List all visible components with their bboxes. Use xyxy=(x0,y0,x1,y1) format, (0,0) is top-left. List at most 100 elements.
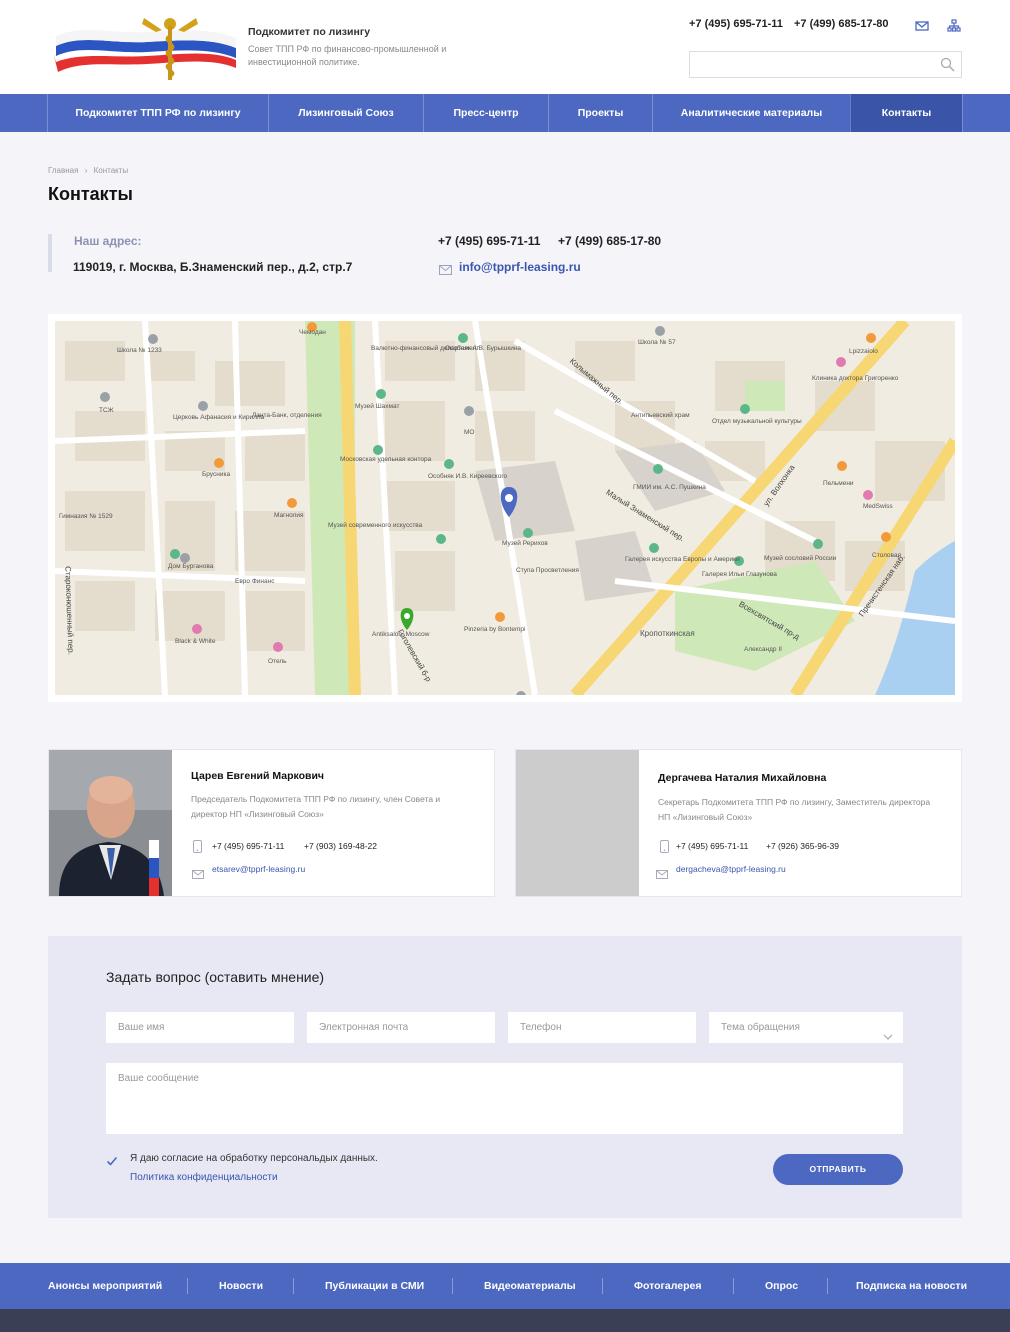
map-label: Пельмени xyxy=(823,480,854,487)
map-label: Чемодан xyxy=(299,329,326,336)
nav-item-analytics[interactable]: Аналитические материалы xyxy=(652,94,850,132)
map-label: Школа № 1233 xyxy=(117,347,162,354)
nav-item-contacts[interactable]: Контакты xyxy=(850,94,962,132)
map-label: Музей Рерихов xyxy=(502,540,548,547)
submit-button[interactable]: ОТПРАВИТЬ xyxy=(773,1154,903,1185)
person-phone-1[interactable]: +7 (495) 695-71-11 xyxy=(212,841,284,851)
contact-email-link[interactable]: info@tpprf-leasing.ru xyxy=(459,260,581,274)
nav-item-projects[interactable]: Проекты xyxy=(548,94,652,132)
map-label: Школа № 57 xyxy=(638,339,676,346)
page-title: Контакты xyxy=(48,184,133,204)
footer-link-poll[interactable]: Опрос xyxy=(765,1263,798,1309)
chevron-down-icon xyxy=(883,1023,893,1040)
header-phone-2[interactable]: +7 (499) 685-17-80 xyxy=(794,18,888,30)
sitemap-icon[interactable] xyxy=(947,19,961,33)
map-container: Школа № 1233 Чемодан Валютно-финансовый … xyxy=(48,314,962,702)
map-label: ГМИИ им. А.С. Пушкина xyxy=(633,484,706,491)
person-photo-placeholder xyxy=(516,750,639,896)
mail-icon xyxy=(439,262,452,275)
site-header: Подкомитет по лизингу Совет ТПП РФ по фи… xyxy=(0,0,1010,94)
person-name: Царев Евгений Маркович xyxy=(191,770,325,782)
nav-item-subcommittee[interactable]: Подкомитет ТПП РФ по лизингу xyxy=(47,94,268,132)
breadcrumb-current: Контакты xyxy=(93,166,129,175)
map-label: Lpizzaiolo xyxy=(849,348,878,355)
person-role: Секретарь Подкомитета ТПП РФ по лизингу,… xyxy=(658,797,931,822)
map-label: Особняк И.В. Киреевского xyxy=(428,473,508,480)
map-label: Церковь Афанасия и Кирилла xyxy=(173,414,265,421)
person-email-link[interactable]: dergacheva@tpprf-leasing.ru xyxy=(676,864,786,874)
map-label: Кропоткинская xyxy=(640,629,695,638)
address-value: 119019, г. Москва, Б.Знаменский пер., д.… xyxy=(73,260,353,274)
map-label: Антипьевский храм xyxy=(631,412,690,419)
feedback-form: Задать вопрос (оставить мнение) Ваше имя… xyxy=(48,936,962,1218)
address-label: Наш адрес: xyxy=(74,234,142,248)
phone-field[interactable]: Телефон xyxy=(508,1012,696,1043)
map-label: Клиника доктора Григоренко xyxy=(812,375,899,382)
map-label: Дом Бурганова xyxy=(168,563,214,570)
person-email-link[interactable]: etsarev@tpprf-leasing.ru xyxy=(212,864,305,874)
map-label: Галерея искусства Европы и Америки xyxy=(625,556,740,563)
footer-link-news[interactable]: Новости xyxy=(219,1263,263,1309)
mail-icon[interactable] xyxy=(915,19,929,33)
header-phone-1[interactable]: +7 (495) 695-71-11 xyxy=(689,18,783,30)
nav-item-press-center[interactable]: Пресс-центр xyxy=(423,94,548,132)
map-label: Black & White xyxy=(175,638,216,645)
search-input[interactable] xyxy=(689,51,962,78)
topic-select-label: Тема обращения xyxy=(721,1022,800,1033)
map-label: Ланта-Банк, отделения xyxy=(252,412,322,419)
person-photo xyxy=(49,750,172,896)
map-label: Александр II xyxy=(744,646,782,653)
person-phone-2[interactable]: +7 (903) 169-48-22 xyxy=(304,841,377,851)
map-label: Магнолия xyxy=(274,512,304,519)
map-label: Особняк А.В. Бурышкина xyxy=(445,345,522,352)
phone-icon xyxy=(193,840,202,853)
map-label: Отдел музыкальной культуры xyxy=(712,418,802,425)
map-label: Ступа Просветления xyxy=(516,567,579,574)
site-logo[interactable] xyxy=(52,12,238,84)
site-title: Подкомитет по лизингу xyxy=(248,26,371,38)
person-card: Царев Евгений Маркович Председатель Подк… xyxy=(48,749,495,897)
form-title: Задать вопрос (оставить мнение) xyxy=(106,969,325,985)
privacy-policy-link[interactable]: Политика конфиденциальности xyxy=(130,1172,278,1183)
footer-divider xyxy=(452,1278,453,1294)
main-nav: Подкомитет ТПП РФ по лизингу Лизинговый … xyxy=(0,94,1010,132)
footer-divider xyxy=(602,1278,603,1294)
footer-link-media[interactable]: Публикации в СМИ xyxy=(325,1263,424,1309)
map[interactable]: Школа № 1233 Чемодан Валютно-финансовый … xyxy=(55,321,955,695)
person-phone-2[interactable]: +7 (926) 365-96-39 xyxy=(766,841,839,851)
map-label: Pinzeria by Bontempi xyxy=(464,626,526,633)
map-label: Музей современного искусства xyxy=(328,522,423,529)
contact-phone-1[interactable]: +7 (495) 695-71-11 xyxy=(438,234,540,248)
contact-phone-2[interactable]: +7 (499) 685-17-80 xyxy=(558,234,661,248)
map-label: Отель xyxy=(268,658,287,665)
topic-select[interactable]: Тема обращения xyxy=(709,1012,903,1043)
person-name: Дергачева Наталия Михайловна xyxy=(658,772,827,784)
address-accent-bar xyxy=(48,234,52,272)
search-icon[interactable] xyxy=(940,57,955,72)
footer-divider xyxy=(293,1278,294,1294)
footer-nav: Анонсы мероприятий Новости Публикации в … xyxy=(0,1263,1010,1309)
footer-bottom xyxy=(0,1309,1010,1332)
consent-label: Я даю согласие на обработку персональдых… xyxy=(130,1153,378,1164)
person-role: Председатель Подкомитета ТПП РФ по лизин… xyxy=(191,794,441,819)
map-label: Галерея Ильи Глазунова xyxy=(702,571,777,578)
map-label: ТСЖ xyxy=(99,407,114,414)
breadcrumb-home[interactable]: Главная xyxy=(48,166,78,175)
map-label: Музей сословий России xyxy=(764,555,837,562)
map-label: Евро Финанс xyxy=(235,578,275,585)
footer-link-gallery[interactable]: Фотогалерея xyxy=(634,1263,702,1309)
nav-item-leasing-union[interactable]: Лизинговый Союз xyxy=(268,94,423,132)
person-card: Дергачева Наталия Михайловна Секретарь П… xyxy=(515,749,962,897)
consent-checkbox[interactable] xyxy=(106,1154,118,1166)
breadcrumb: Главная › Контакты xyxy=(48,166,132,175)
footer-link-videos[interactable]: Видеоматериалы xyxy=(484,1263,576,1309)
footer-link-events[interactable]: Анонсы мероприятий xyxy=(48,1263,162,1309)
email-field[interactable]: Электронная почта xyxy=(307,1012,495,1043)
map-label: Музей Шахмат xyxy=(355,403,400,410)
footer-divider xyxy=(827,1278,828,1294)
name-field[interactable]: Ваше имя xyxy=(106,1012,294,1043)
mail-icon xyxy=(192,866,204,879)
message-field[interactable]: Ваше сообщение xyxy=(106,1063,903,1134)
footer-link-subscribe[interactable]: Подписка на новости xyxy=(856,1263,967,1309)
person-phone-1[interactable]: +7 (495) 695-71-11 xyxy=(676,841,748,851)
